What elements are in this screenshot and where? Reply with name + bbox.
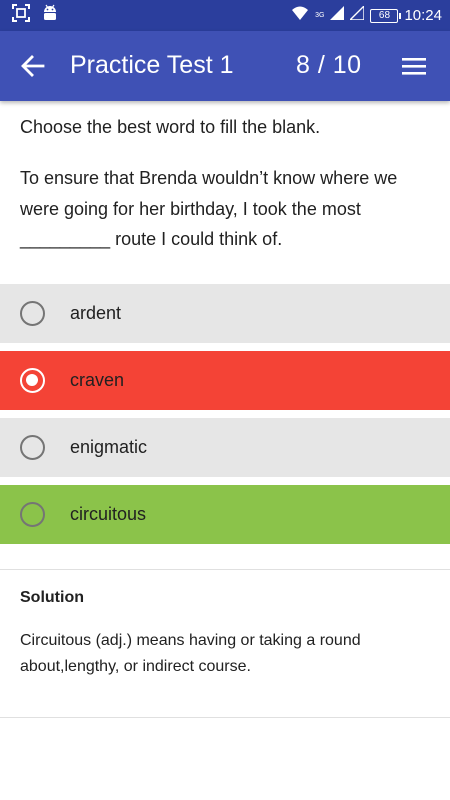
- hamburger-menu-icon: [402, 58, 426, 75]
- answer-option-label: circuitous: [70, 504, 147, 524]
- answer-options: ardent craven enigmatic circuitous: [0, 284, 450, 552]
- menu-button[interactable]: [400, 54, 428, 78]
- answer-option-enigmatic[interactable]: enigmatic: [0, 418, 450, 477]
- solution-heading: Solution: [20, 589, 84, 606]
- answer-option-label: craven: [70, 370, 125, 390]
- radio-button[interactable]: [20, 502, 45, 527]
- answer-option-ardent[interactable]: ardent: [0, 284, 450, 343]
- radio-button[interactable]: [20, 435, 45, 460]
- battery-icon: 68: [370, 8, 402, 23]
- signal-icon-2: [348, 4, 366, 25]
- answer-option-circuitous[interactable]: circuitous: [0, 485, 450, 544]
- question-instruction: Choose the best word to fill the blank.: [20, 117, 321, 137]
- divider: [0, 717, 450, 718]
- status-right: 3G 68 10:24: [291, 4, 442, 26]
- status-left: [12, 3, 60, 28]
- status-time: 10:24: [404, 7, 442, 24]
- page-title: Practice Test 1: [70, 51, 234, 79]
- answer-option-label: enigmatic: [70, 437, 148, 457]
- radio-button[interactable]: [20, 301, 45, 326]
- answer-option-craven[interactable]: craven: [0, 351, 450, 410]
- signal-icon: [330, 6, 345, 25]
- solution-text: Circuitous (adj.) means having or taking…: [20, 632, 361, 675]
- wifi-icon: [291, 5, 309, 26]
- network-type-label: 3G: [315, 12, 325, 19]
- back-button[interactable]: [20, 53, 46, 79]
- question-text: To ensure that Brenda wouldn’t know wher…: [20, 168, 398, 249]
- status-bar: 3G 68 10:24: [0, 0, 450, 31]
- answer-option-label: ardent: [70, 303, 122, 323]
- screenshot-icon: [12, 4, 30, 27]
- divider: [0, 569, 450, 570]
- back-arrow-icon: [21, 55, 45, 77]
- radio-button-selected[interactable]: [20, 368, 45, 393]
- app-bar: Practice Test 1 8 / 10: [0, 31, 450, 101]
- question-progress: 8 / 10: [296, 51, 362, 79]
- android-icon: [40, 3, 60, 28]
